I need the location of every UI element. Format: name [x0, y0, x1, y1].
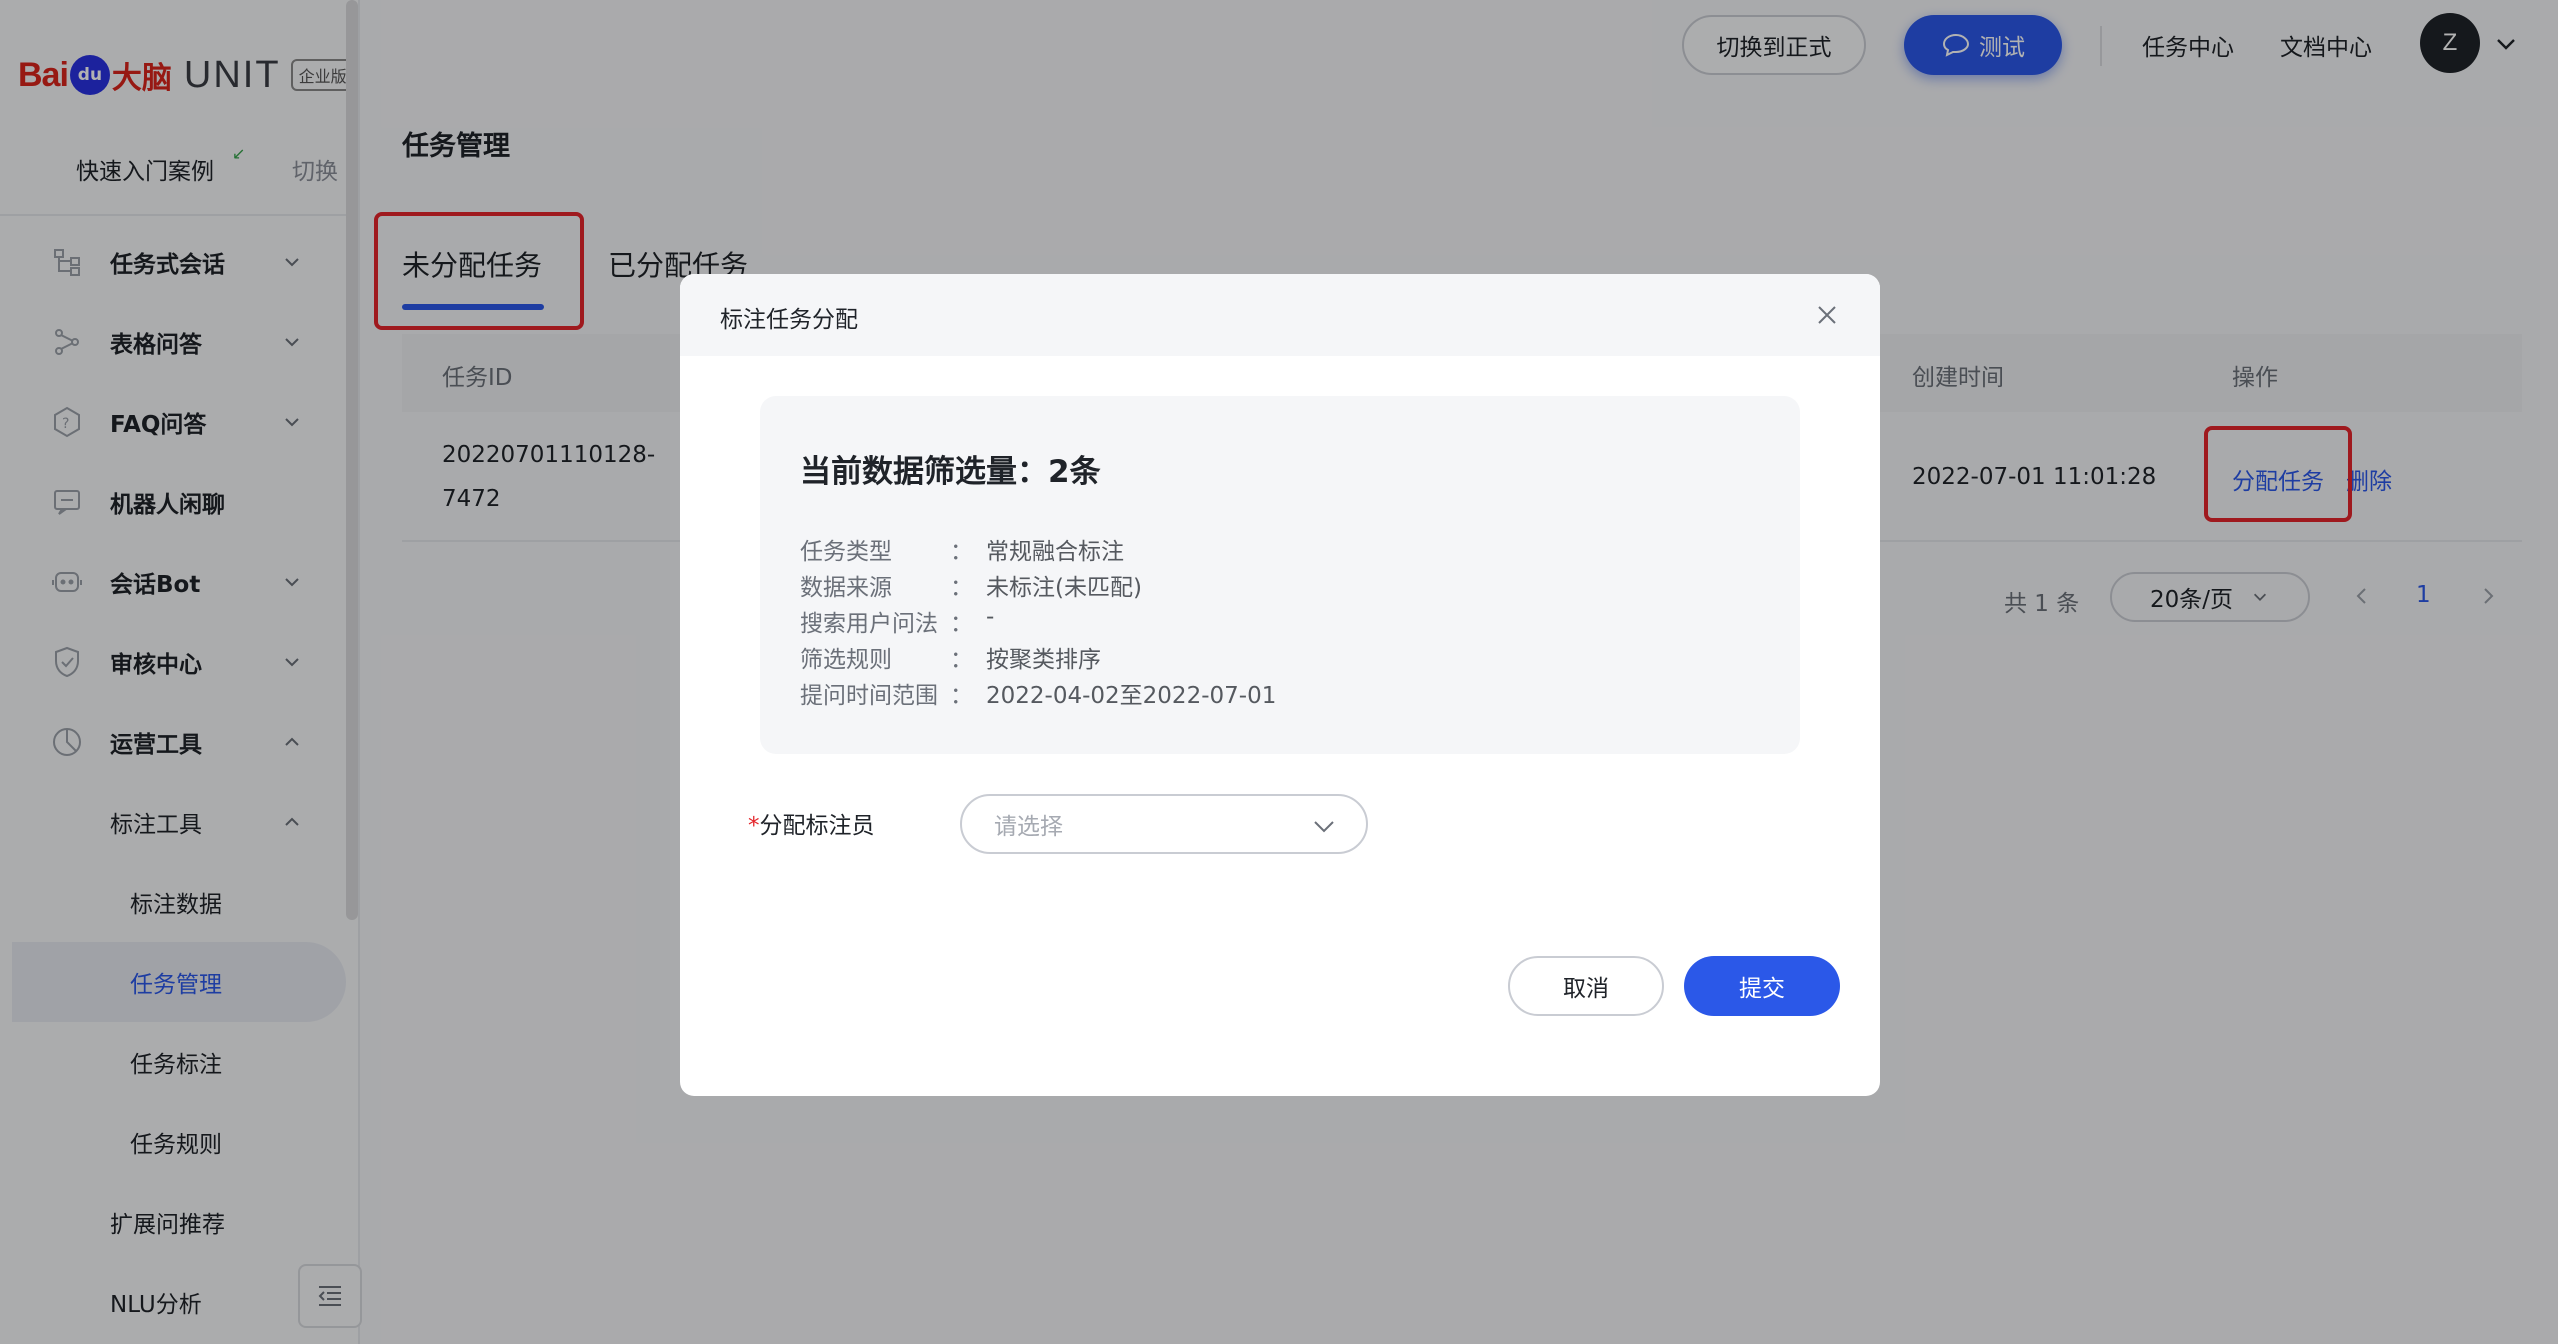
annotator-select-placeholder: 请选择 — [994, 814, 1063, 840]
info-value: 按聚类排序 — [986, 647, 1101, 673]
filter-summary-panel: 当前数据筛选量： 2条 任务类型 ： 常规融合标注 数据来源 ： 未标注(未匹配… — [760, 396, 1800, 754]
annotator-select[interactable]: 请选择 — [960, 794, 1368, 854]
annotator-field-label: *分配标注员 — [748, 806, 875, 840]
info-value: - — [986, 604, 995, 630]
dialog-title: 标注任务分配 — [720, 307, 858, 333]
info-colon: ： — [950, 539, 973, 565]
filter-count-value: 2条 — [1048, 454, 1101, 490]
info-key: 搜索用户问法 — [800, 611, 938, 637]
info-key: 任务类型 — [800, 539, 892, 565]
info-key: 数据来源 — [800, 575, 892, 601]
info-key: 提问时间范围 — [800, 683, 938, 709]
info-colon: ： — [950, 683, 973, 709]
filter-count: 当前数据筛选量： 2条 — [800, 446, 1101, 491]
filter-count-label: 当前数据筛选量： — [800, 454, 1048, 490]
annotator-label-text: 分配标注员 — [759, 813, 875, 839]
info-value: 常规融合标注 — [986, 539, 1124, 565]
cancel-button[interactable]: 取消 — [1508, 956, 1664, 1016]
dialog-header: 标注任务分配 — [680, 274, 1880, 356]
required-asterisk: * — [748, 813, 760, 839]
info-key: 筛选规则 — [800, 647, 892, 673]
assign-task-dialog: 标注任务分配 当前数据筛选量： 2条 任务类型 ： 常规融合标注 数据来源 ： … — [680, 274, 1880, 1096]
info-colon: ： — [950, 575, 973, 601]
info-colon: ： — [950, 611, 973, 637]
info-value: 未标注(未匹配) — [986, 575, 1142, 601]
submit-button[interactable]: 提交 — [1684, 956, 1840, 1016]
chevron-down-icon — [1314, 821, 1334, 833]
info-value: 2022-04-02至2022-07-01 — [986, 683, 1277, 709]
close-icon[interactable] — [1812, 300, 1842, 330]
info-colon: ： — [950, 647, 973, 673]
